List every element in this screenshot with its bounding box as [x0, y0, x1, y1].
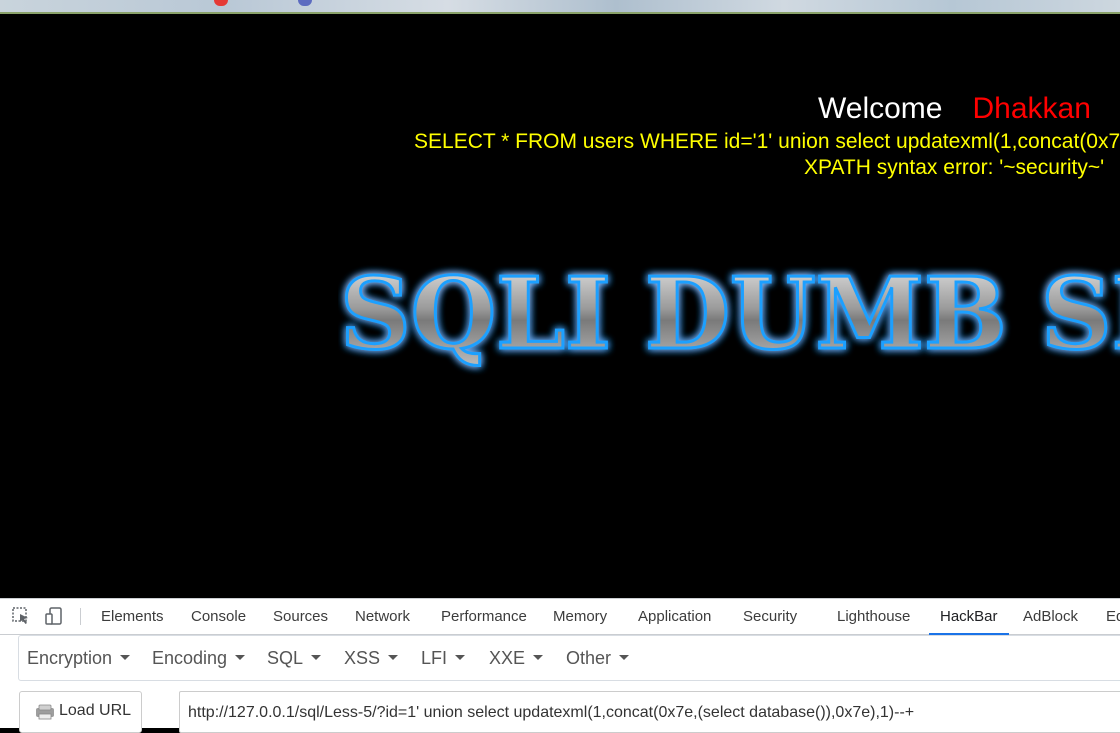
caret-down-icon — [533, 654, 544, 660]
tab-console[interactable]: Console — [191, 599, 246, 634]
caret-down-icon — [388, 654, 399, 660]
toolbar-divider — [80, 608, 81, 625]
menu-label: LFI — [421, 648, 448, 668]
web-page-viewport: Welcome Dhakkan SELECT * FROM users WHERE… — [0, 16, 1120, 598]
inspect-element-icon[interactable] — [11, 606, 31, 626]
tab-elements[interactable]: Elements — [101, 599, 164, 634]
tab-network[interactable]: Network — [355, 599, 410, 634]
menu-sql[interactable]: SQL — [267, 636, 322, 680]
window-border — [0, 12, 1120, 14]
tab-adblock[interactable]: AdBlock — [1023, 599, 1078, 634]
tab-memory[interactable]: Memory — [553, 599, 607, 634]
menu-label: XSS — [344, 648, 381, 668]
logo-text: SQLI DUMB SERIES — [340, 257, 1120, 372]
xpath-error-text: XPATH syntax error: '~security~' — [804, 156, 1105, 179]
devtools-tab-bar: Elements Console Sources Network Perform… — [0, 599, 1120, 635]
menu-label: Encoding — [152, 648, 228, 668]
url-input-value: http://127.0.0.1/sql/Less-5/?id=1' union… — [188, 704, 915, 721]
tab-overflow[interactable]: Ed — [1106, 599, 1120, 634]
welcome-label: Welcome — [818, 92, 943, 125]
caret-down-icon — [619, 654, 630, 660]
tab-application[interactable]: Application — [638, 599, 711, 634]
menu-encryption[interactable]: Encryption — [27, 636, 131, 680]
tab-hackbar[interactable]: HackBar — [929, 599, 1008, 635]
sqli-dumb-series-logo: SQLI DUMB SERIES — [339, 256, 1120, 374]
tab-lighthouse[interactable]: Lighthouse — [837, 599, 910, 634]
taskbar-app-icon — [214, 0, 228, 6]
caret-down-icon — [455, 654, 466, 660]
menu-label: SQL — [267, 648, 304, 668]
menu-label: XXE — [489, 648, 526, 668]
menu-label: Encryption — [27, 648, 113, 668]
caret-down-icon — [311, 654, 322, 660]
user-name: Dhakkan — [972, 92, 1091, 125]
taskbar-app-icon — [298, 0, 312, 6]
tab-sources[interactable]: Sources — [273, 599, 328, 634]
load-url-label: Load URL — [59, 702, 132, 719]
menu-other[interactable]: Other — [566, 636, 630, 680]
desktop-wallpaper-strip — [0, 0, 1120, 14]
caret-down-icon — [235, 654, 246, 660]
sql-query-text: SELECT * FROM users WHERE id='1' union s… — [414, 130, 1120, 153]
caret-down-icon — [120, 654, 131, 660]
menu-label: Other — [566, 648, 612, 668]
menu-xss[interactable]: XSS — [344, 636, 399, 680]
menu-encoding[interactable]: Encoding — [152, 636, 246, 680]
load-url-icon — [36, 704, 54, 720]
hackbar-menu-bar: Encryption Encoding SQL XSS LFI XXE Othe… — [18, 635, 1120, 681]
device-toolbar-icon[interactable] — [44, 606, 64, 626]
menu-xxe[interactable]: XXE — [489, 636, 544, 680]
devtools-panel: Elements Console Sources Network Perform… — [0, 598, 1120, 733]
welcome-message: Welcome Dhakkan — [818, 92, 1091, 126]
tab-security[interactable]: Security — [743, 599, 797, 634]
tab-performance[interactable]: Performance — [441, 599, 527, 634]
menu-lfi[interactable]: LFI — [421, 636, 466, 680]
